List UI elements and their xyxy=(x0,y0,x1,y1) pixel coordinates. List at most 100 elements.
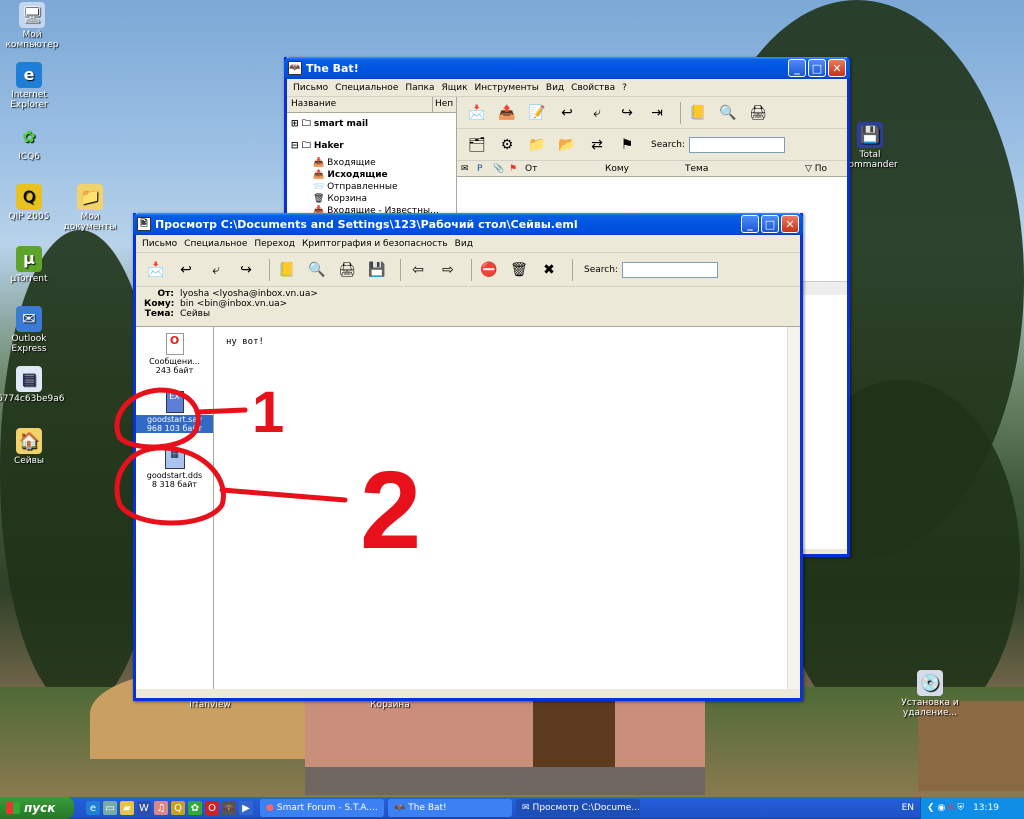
desktop-icon-outlook-express[interactable]: ✉ Outlook Express xyxy=(0,306,61,354)
message-body[interactable]: ну вот! xyxy=(214,327,800,689)
account-icon[interactable]: ⚙ xyxy=(495,133,519,157)
tree-folder-sent[interactable]: 📨 Отправленные xyxy=(287,181,456,193)
desktop-icon-internet-explorer[interactable]: e Internet Explorer xyxy=(0,62,61,110)
column-to[interactable]: Кому xyxy=(605,164,685,174)
language-indicator[interactable]: EN xyxy=(902,803,914,813)
menu-item-tools[interactable]: Инструменты xyxy=(475,83,539,93)
header-value-to[interactable]: bin <bin@inbox.vn.ua> xyxy=(180,299,287,309)
desktop-icon-add-remove-programs[interactable]: 💿 Установка и удаление... xyxy=(898,670,962,718)
tree-account-haker[interactable]: ⊟ 🗀 Haker xyxy=(287,135,456,157)
new-message-icon[interactable]: 📝 xyxy=(525,101,549,125)
menu-item-special[interactable]: Специальное xyxy=(335,83,398,93)
reply-all-icon[interactable]: ⤶ xyxy=(204,258,228,282)
attachment-item[interactable]: ЕХ goodstart.sav 968 103 байт xyxy=(136,391,213,449)
icq-flower-icon[interactable]: ✿ xyxy=(188,801,202,815)
menu-item-mailbox[interactable]: Ящик xyxy=(441,83,467,93)
tree-folder-outbox[interactable]: 📤 Исходящие xyxy=(287,169,456,181)
minimize-button[interactable]: _ xyxy=(788,59,806,77)
column-header-name[interactable]: Название xyxy=(287,97,432,112)
tray-collapse-icon[interactable]: ❮ xyxy=(927,803,935,813)
print-icon[interactable]: 🖨 xyxy=(746,101,770,125)
menu-item-view[interactable]: Вид xyxy=(455,239,473,249)
next-message-icon[interactable]: ⇨ xyxy=(436,258,460,282)
menu-item-special[interactable]: Специальное xyxy=(184,239,247,249)
column-from[interactable]: От xyxy=(525,164,605,174)
viewer-search-input[interactable] xyxy=(621,261,718,278)
save-icon[interactable]: 💾 xyxy=(365,258,389,282)
desktop-icon-file[interactable]: ▤ 6774c63be9a6 xyxy=(0,366,65,404)
tree-folder-inbox[interactable]: 📥 Входящие xyxy=(287,157,456,169)
redirect-icon[interactable]: ⇥ xyxy=(645,101,669,125)
reply-all-icon[interactable]: ⤶ xyxy=(585,101,609,125)
reply-icon[interactable]: ↩ xyxy=(555,101,579,125)
column-date[interactable]: ▽ По xyxy=(805,164,827,174)
collapse-icon[interactable]: ⊟ xyxy=(291,141,299,151)
column-header-unread[interactable]: Неп xyxy=(432,97,456,112)
maximize-button[interactable]: □ xyxy=(761,215,779,233)
folder-icon[interactable]: ▰ xyxy=(120,801,134,815)
desktop-icon-my-computer[interactable]: 🖥 Мой компьютер xyxy=(0,2,64,50)
taskbar-button-the-bat[interactable]: 🦇 The Bat! xyxy=(388,799,512,817)
spam-icon[interactable]: ⛔ xyxy=(477,258,501,282)
tree-folder-trash[interactable]: 🗑 Корзина xyxy=(287,193,456,205)
column-subject[interactable]: Тема xyxy=(685,164,805,174)
attachment-item[interactable]: ▦ goodstart.dds 8 318 байт xyxy=(136,449,213,507)
player-icon[interactable]: ▶ xyxy=(239,801,253,815)
print-icon[interactable]: 🖨 xyxy=(335,258,359,282)
folder-edit-icon[interactable]: 📂 xyxy=(555,133,579,157)
menu-item-view[interactable]: Вид xyxy=(546,83,564,93)
viewer-title-bar[interactable]: 🖹 Просмотр C:\Documents and Settings\123… xyxy=(133,213,803,235)
forward-icon[interactable]: ↪ xyxy=(615,101,639,125)
bat-search-input[interactable] xyxy=(688,136,785,153)
address-book-icon[interactable]: 📒 xyxy=(686,101,710,125)
desktop-icon-icq[interactable]: ✿ ICQ6 xyxy=(0,124,61,163)
menu-item-navigate[interactable]: Переход xyxy=(254,239,295,249)
message-body-scrollbar[interactable] xyxy=(787,327,800,689)
tray-network-icon[interactable]: ◉ xyxy=(938,803,946,813)
address-book-icon[interactable]: 📒 xyxy=(275,258,299,282)
maximize-button[interactable]: □ xyxy=(808,59,826,77)
taskbar-button-smart-forum[interactable]: ● Smart Forum - S.T.A.... xyxy=(260,799,384,817)
taskbar-button-viewer[interactable]: ✉ Просмотр C:\Docume... xyxy=(516,799,640,817)
desktop-icon-recycle-bin[interactable]: Корзина xyxy=(358,700,422,710)
tray-shield-icon[interactable]: ⛨ xyxy=(957,803,964,813)
menu-item-crypto[interactable]: Криптография и безопасность xyxy=(302,239,448,249)
viewer-window[interactable]: 🖹 Просмотр C:\Documents and Settings\123… xyxy=(133,213,803,701)
qip-icon[interactable]: Q xyxy=(171,801,185,815)
menu-item-help[interactable]: ? xyxy=(622,83,627,93)
desktop-icon-qip[interactable]: Q QIP 2005 xyxy=(0,184,61,222)
desktop-icon-saves[interactable]: 🏠 Сейвы xyxy=(0,428,61,466)
find-icon[interactable]: 🔍 xyxy=(305,258,329,282)
desktop-icon-my-documents[interactable]: 📁 Мои документы xyxy=(58,184,122,232)
start-button[interactable]: пуск xyxy=(0,797,74,819)
media-icon[interactable]: ♫ xyxy=(154,801,168,815)
ie-icon[interactable]: e xyxy=(86,801,100,815)
menu-item-properties[interactable]: Свойства xyxy=(571,83,615,93)
attachment-item[interactable]: O Сообщени... 243 байт xyxy=(136,333,213,391)
close-button[interactable]: ✕ xyxy=(828,59,846,77)
forward-icon[interactable]: ↪ xyxy=(234,258,258,282)
tree-account-smart-mail[interactable]: ⊞ 🗀 smart mail xyxy=(287,113,456,135)
new-folder-icon[interactable]: 📁 xyxy=(525,133,549,157)
desktop-icon[interactable]: ▭ xyxy=(103,801,117,815)
header-value-from[interactable]: lyosha <lyosha@inbox.vn.ua> xyxy=(180,289,318,299)
filters-icon[interactable]: ⚑ xyxy=(615,133,639,157)
move-icon[interactable]: ⇄ xyxy=(585,133,609,157)
get-mail-icon[interactable]: 📩 xyxy=(144,258,168,282)
opera-icon[interactable]: O xyxy=(205,801,219,815)
bat-app-icon[interactable]: 🦇 xyxy=(222,801,236,815)
word-icon[interactable]: W xyxy=(137,801,151,815)
previous-message-icon[interactable]: ⇦ xyxy=(406,258,430,282)
expand-icon[interactable]: ⊞ xyxy=(291,119,299,129)
clock[interactable]: 13:19 xyxy=(973,803,999,813)
menu-item-letter[interactable]: Письмо xyxy=(142,239,177,249)
desktop-icon-utorrent[interactable]: µ µTorrent xyxy=(0,246,61,284)
folder-properties-icon[interactable]: 🗂 xyxy=(465,133,489,157)
desktop-icon-irfanview[interactable]: Irfanview xyxy=(178,700,242,710)
delete-permanent-icon[interactable]: ✖ xyxy=(537,258,561,282)
tray-antivirus-icon[interactable]: K xyxy=(948,803,954,813)
menu-item-letter[interactable]: Письмо xyxy=(293,83,328,93)
delete-icon[interactable]: 🗑 xyxy=(507,258,531,282)
close-button[interactable]: ✕ xyxy=(781,215,799,233)
send-mail-icon[interactable]: 📤 xyxy=(495,101,519,125)
